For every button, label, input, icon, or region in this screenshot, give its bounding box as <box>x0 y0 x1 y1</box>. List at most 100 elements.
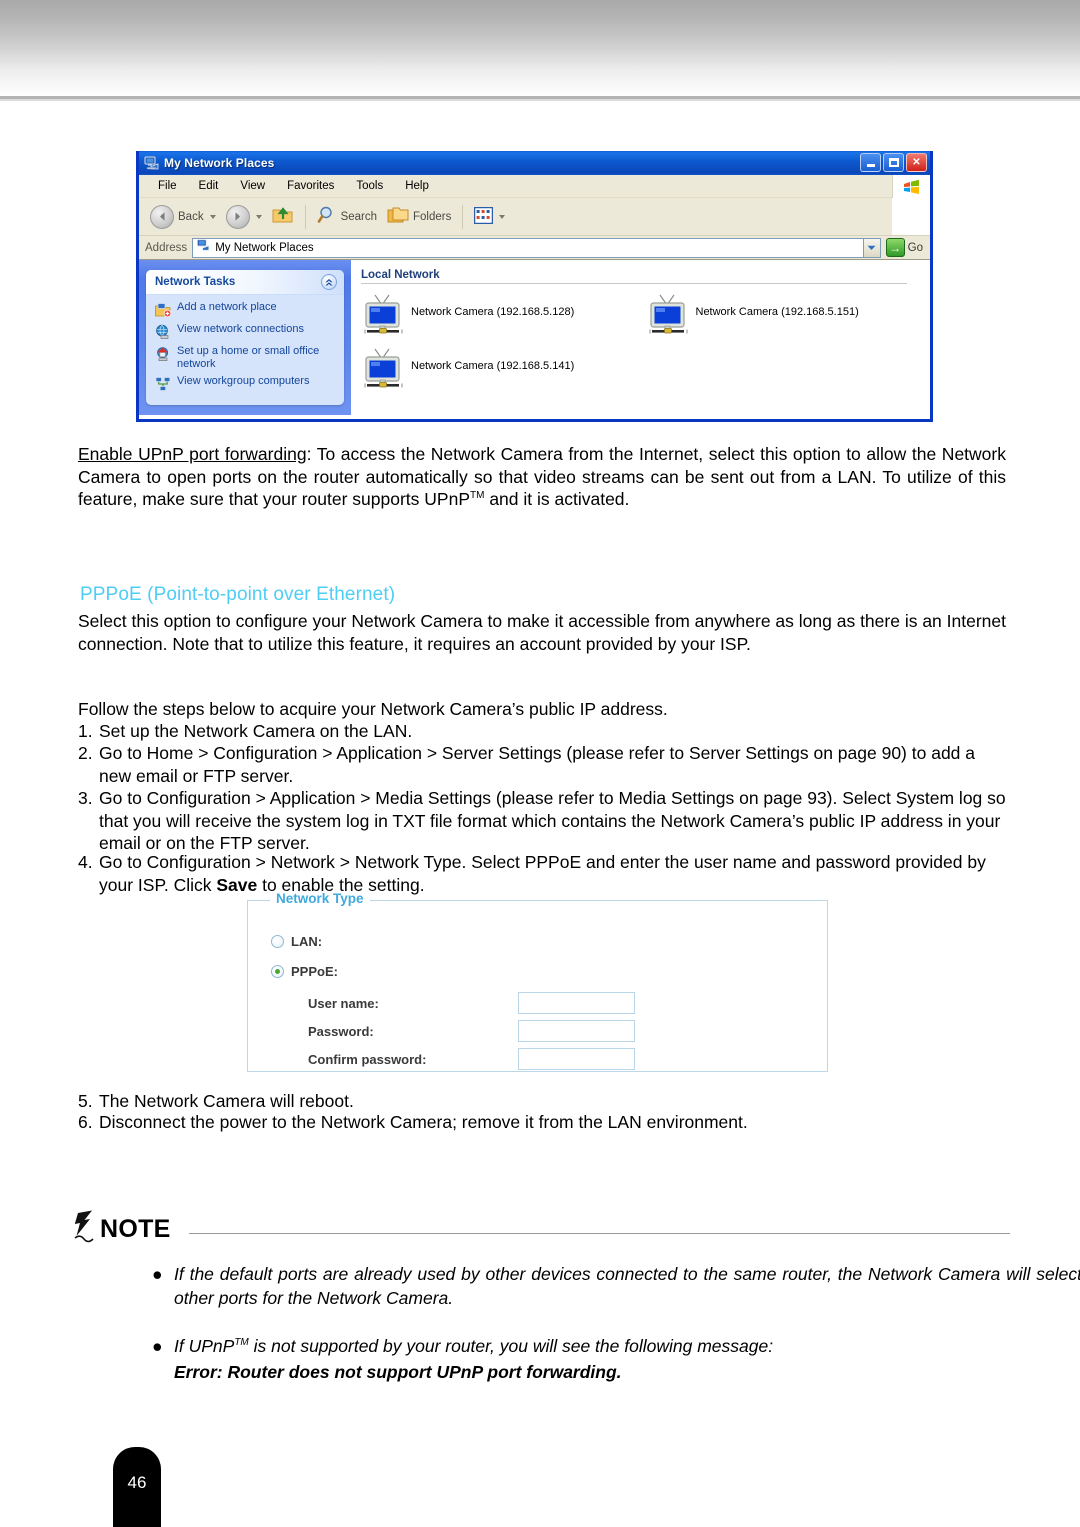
note-item-2: ● If UPnPTM is not supported by your rou… <box>152 1334 1080 1384</box>
list-item[interactable]: Network Camera (192.168.5.141) <box>361 347 930 391</box>
chevron-up-icon[interactable] <box>321 274 337 290</box>
note-flag-icon <box>74 1210 100 1244</box>
radio-option-lan[interactable]: LAN: <box>271 934 322 949</box>
network-type-fieldset: Network Type LAN: PPPoE: User name: Pass… <box>247 891 828 1072</box>
step-number: 1. <box>78 721 93 741</box>
toolbar-separator-2 <box>462 204 464 229</box>
explorer-content-pane: Local Network Network Camera (192.168.5.… <box>351 260 930 415</box>
network-tasks-header: Network Tasks <box>146 270 344 295</box>
save-keyword: Save <box>216 874 258 895</box>
go-button[interactable]: → Go <box>881 238 930 257</box>
forward-button[interactable] <box>221 203 267 231</box>
device-list: Network Camera (192.168.5.128) Network C… <box>361 293 930 401</box>
explorer-body: Network Tasks Add a network place View n… <box>139 260 930 415</box>
sidebar-item-setup-home-network[interactable]: Set up a home or small office network <box>155 345 338 370</box>
page-number: 46 <box>127 1473 147 1492</box>
go-label: Go <box>907 241 923 254</box>
follow-steps-line: Follow the steps below to acquire your N… <box>78 699 668 719</box>
sidebar-item-label: Add a network place <box>177 301 277 313</box>
back-button[interactable]: Back <box>145 203 221 231</box>
close-button[interactable]: ✕ <box>906 153 927 172</box>
note-block: NOTE ● If the default ports are already … <box>74 1210 1080 1382</box>
list-item[interactable]: Network Camera (192.168.5.151) <box>646 293 931 337</box>
my-network-places-icon <box>144 155 160 171</box>
address-my-network-places-icon <box>196 238 211 257</box>
note-divider <box>188 1233 1010 1234</box>
note-error-message: Error: Router does not support UPnP port… <box>174 1362 622 1382</box>
minimize-button[interactable] <box>860 153 881 172</box>
network-camera-icon <box>361 347 406 391</box>
note-header: NOTE <box>74 1210 1010 1244</box>
step-3: 3. Go to Configuration > Application > M… <box>78 787 1006 855</box>
device-label: Network Camera (192.168.5.151) <box>695 306 859 318</box>
field-confirm-password: Confirm password: <box>308 1048 635 1070</box>
address-input[interactable]: My Network Places <box>192 237 864 258</box>
views-button[interactable] <box>469 205 510 229</box>
user-name-label: User name: <box>308 995 379 1011</box>
list-item[interactable]: Network Camera (192.168.5.128) <box>361 293 646 337</box>
menu-file[interactable]: File <box>147 178 188 194</box>
home-network-wizard-icon <box>155 346 171 362</box>
radio-pppoe-label: PPPoE: <box>291 964 338 979</box>
window-titlebar: My Network Places ✕ <box>139 151 930 175</box>
step-number: 6. <box>78 1112 93 1132</box>
explorer-toolbar: Back Search Folders <box>139 198 930 236</box>
windows-logo-icon[interactable] <box>892 175 930 198</box>
address-dropdown-icon[interactable] <box>863 237 881 258</box>
menu-favorites[interactable]: Favorites <box>276 178 345 194</box>
step-6: 6. Disconnect the power to the Network C… <box>78 1111 1006 1134</box>
password-label: Password: <box>308 1023 374 1039</box>
menu-view[interactable]: View <box>229 178 276 194</box>
go-arrow-icon: → <box>885 238 905 257</box>
network-tasks-title: Network Tasks <box>155 276 236 288</box>
toolbar-separator-1 <box>304 204 306 229</box>
note-item-1: ● If the default ports are already used … <box>152 1262 1080 1310</box>
menu-tools[interactable]: Tools <box>345 178 394 194</box>
note-text: If the default ports are already used by… <box>174 1264 1080 1308</box>
network-camera-icon <box>646 293 691 337</box>
bullet-icon: ● <box>152 1336 163 1356</box>
address-bar: Address My Network Places → Go <box>139 236 930 260</box>
radio-pppoe-icon[interactable] <box>271 965 284 978</box>
radio-option-pppoe[interactable]: PPPoE: <box>271 964 338 979</box>
device-label: Network Camera (192.168.5.141) <box>411 360 575 372</box>
radio-lan-icon[interactable] <box>271 935 284 948</box>
views-dropdown-icon[interactable] <box>499 214 506 219</box>
search-icon <box>317 205 337 228</box>
note-text: If UPnPTM is not supported by your route… <box>152 1334 1080 1358</box>
page-header-band <box>0 0 1080 96</box>
step-number: 3. <box>78 788 93 808</box>
menu-help[interactable]: Help <box>394 178 440 194</box>
network-tasks-list: Add a network place View network connect… <box>146 295 344 405</box>
up-one-level-button[interactable] <box>267 203 299 230</box>
folders-button[interactable]: Folders <box>382 204 456 230</box>
forward-dropdown-icon[interactable] <box>255 214 262 219</box>
note-trademark: TM <box>234 1337 249 1349</box>
network-tasks-panel: Network Tasks Add a network place View n… <box>146 270 344 406</box>
page-number-tab: 46 <box>113 1447 161 1527</box>
address-value: My Network Places <box>215 241 314 254</box>
menu-bar: File Edit View Favorites Tools Help <box>139 175 930 198</box>
search-button[interactable]: Search <box>312 203 382 230</box>
back-dropdown-icon[interactable] <box>209 214 216 219</box>
upnp-trademark: TM <box>470 490 485 502</box>
network-camera-icon <box>361 293 406 337</box>
window-title: My Network Places <box>164 156 275 170</box>
explorer-sidebar: Network Tasks Add a network place View n… <box>139 260 351 415</box>
maximize-button[interactable] <box>883 153 904 172</box>
note-text-b: is not supported by your router, you wil… <box>248 1336 774 1356</box>
back-arrow-icon <box>150 204 174 229</box>
sidebar-item-view-workgroup-computers[interactable]: View workgroup computers <box>155 375 338 392</box>
step-2: 2. Go to Home > Configuration > Applicat… <box>78 742 1006 787</box>
sidebar-item-view-network-connections[interactable]: View network connections <box>155 323 338 340</box>
password-input[interactable] <box>518 1020 635 1042</box>
step-1: 1. Set up the Network Camera on the LAN. <box>78 720 1006 743</box>
confirm-password-input[interactable] <box>518 1048 635 1070</box>
menu-edit[interactable]: Edit <box>188 178 230 194</box>
radio-lan-label: LAN: <box>291 934 323 949</box>
my-network-places-window: My Network Places ✕ File Edit View Favor… <box>136 151 933 422</box>
network-type-legend: Network Type <box>270 891 370 906</box>
folders-icon <box>387 206 409 228</box>
sidebar-item-add-network-place[interactable]: Add a network place <box>155 301 338 318</box>
user-name-input[interactable] <box>518 992 635 1014</box>
